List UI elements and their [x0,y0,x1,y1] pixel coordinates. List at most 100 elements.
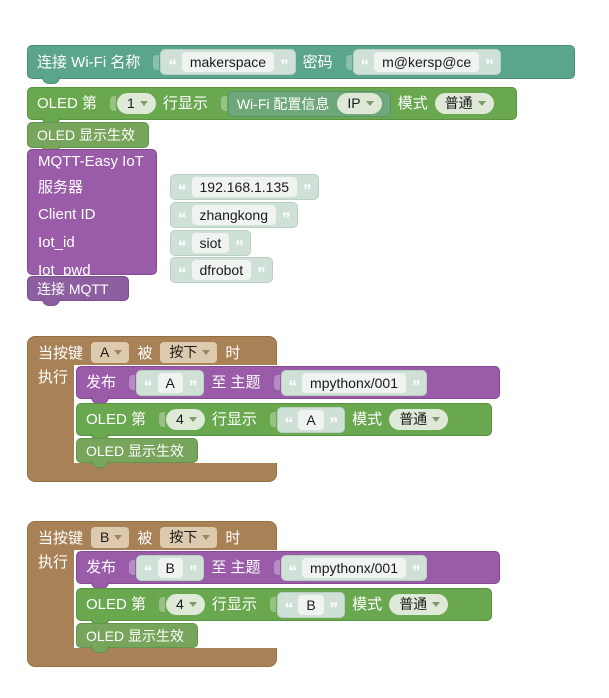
oled-content-socket[interactable]: Wi-Fi 配置信息 IP [215,90,391,117]
oled-row-display-label-b: 行显示 [211,596,257,613]
oled-line-number-socket-a[interactable]: 4 [153,409,205,430]
block-oled-refresh-a[interactable]: OLED 显示生效 [76,438,198,468]
block-publish-a[interactable]: 发布 “ A ” 至 主题 “ mpythonx/001 ” [76,366,500,404]
wifi-config-info-value: IP [347,95,361,111]
block-oled-refresh-b[interactable]: OLED 显示生效 [76,623,198,653]
oled-mode-dropdown-b[interactable]: 普通 [389,594,449,615]
key-select-dropdown-a[interactable]: A [91,342,130,363]
mqtt-row-server[interactable]: 服务器 [38,173,83,199]
wifi-ssid-text-block[interactable]: “ makerspace ” [160,49,296,75]
publish-topic-field-a[interactable]: mpythonx/001 [302,372,406,393]
block-oled-show-line-a[interactable]: OLED 第 4 行显示 “ A ” 模式 普通 [76,403,492,441]
mqtt-row-clientid[interactable]: Client ID [38,201,96,227]
time-label-b: 时 [225,530,241,547]
mqtt-iot-id-field[interactable]: siot [191,233,230,253]
chevron-down-icon [477,101,486,106]
time-label: 时 [225,345,241,362]
block-oled-show-line-b[interactable]: OLED 第 4 行显示 “ B ” 模式 普通 [76,588,492,626]
publish-topic-socket-b[interactable]: “ mpythonx/001 ” [268,554,428,581]
mqtt-row-iot-id-socket[interactable]: “ siot ” [157,230,251,256]
when-key-label-b: 当按键 [38,530,84,547]
chevron-down-icon [139,101,148,106]
oled-text-block-b[interactable]: “ B ” [276,591,346,618]
pressed-by-label-b: 被 [137,530,153,547]
oled-refresh-label-a: OLED 显示生效 [86,442,185,459]
oled-line-prefix-label-b: OLED 第 [86,596,147,613]
block-mqtt-connect[interactable]: 连接 MQTT [27,276,129,306]
mqtt-row-clientid-label: Client ID [38,205,96,223]
oled-line-number-socket-b[interactable]: 4 [153,594,205,615]
publish-topic-text-block-b[interactable]: “ mpythonx/001 ” [280,554,428,581]
chevron-down-icon [188,417,197,422]
key-action-value-b: 按下 [169,529,198,545]
oled-text-field-a[interactable]: A [298,409,324,430]
block-oled-refresh-1[interactable]: OLED 显示生效 [27,122,149,153]
publish-message-field-b[interactable]: B [157,557,183,578]
chevron-down-icon [202,350,211,355]
mqtt-iot-pwd-field[interactable]: dfrobot [191,260,252,280]
key-action-dropdown-b[interactable]: 按下 [160,527,218,548]
oled-line-number-socket[interactable]: 1 [104,93,156,114]
blockly-workspace[interactable]: 连接 Wi-Fi 名称 “ makerspace ” 密码 “ m@kersp@… [0,0,609,698]
key-action-dropdown-a[interactable]: 按下 [160,342,218,363]
block-oled-show-line-1[interactable]: OLED 第 1 行显示 Wi-Fi 配置信息 IP 模式 普通 [27,87,517,125]
wifi-config-info-label: Wi-Fi 配置信息 [236,95,330,112]
oled-refresh-label-b: OLED 显示生效 [86,627,185,644]
mqtt-server-field[interactable]: 192.168.1.135 [191,177,298,197]
oled-mode-dropdown[interactable]: 普通 [434,93,494,114]
oled-line-number-dropdown-b[interactable]: 4 [166,594,205,615]
oled-text-field-b[interactable]: B [298,594,324,615]
wifi-ssid-socket[interactable]: “ makerspace ” [147,49,296,75]
mqtt-row-iot-id[interactable]: Iot_id [38,229,75,255]
wifi-password-field[interactable]: m@kersp@ce [374,52,480,72]
publish-message-text-block-a[interactable]: “ A ” [136,369,205,396]
mqtt-clientid-text-block[interactable]: “ zhangkong ” [170,202,298,228]
block-wifi-connect[interactable]: 连接 Wi-Fi 名称 “ makerspace ” 密码 “ m@kersp@… [27,45,575,84]
wifi-password-socket[interactable]: “ m@kersp@ce ” [340,49,501,75]
oled-text-block-a[interactable]: “ A ” [276,406,346,433]
publish-to-topic-label-a: 至 主题 [211,374,261,391]
pressed-by-label: 被 [137,345,153,362]
block-publish-b[interactable]: 发布 “ B ” 至 主题 “ mpythonx/001 ” [76,551,500,589]
oled-text-socket-a[interactable]: “ A ” [264,406,346,433]
wifi-ssid-field[interactable]: makerspace [181,52,275,72]
oled-mode-dropdown-a[interactable]: 普通 [389,409,449,430]
wifi-config-info-dropdown[interactable]: IP [337,93,382,114]
mqtt-row-clientid-socket[interactable]: “ zhangkong ” [157,202,298,228]
when-key-label: 当按键 [38,345,84,362]
publish-topic-text-block-a[interactable]: “ mpythonx/001 ” [280,369,428,396]
publish-topic-field-b[interactable]: mpythonx/001 [302,557,406,578]
chevron-down-icon [114,350,123,355]
hat-block-key-a-do-label: 执行 [38,369,69,386]
mqtt-clientid-field[interactable]: zhangkong [191,205,277,225]
key-select-value-a: A [100,344,110,360]
publish-to-topic-label-b: 至 主题 [211,559,261,576]
publish-message-field-a[interactable]: A [157,372,183,393]
oled-line-number-value-b: 4 [176,596,184,612]
wifi-password-text-block[interactable]: “ m@kersp@ce ” [352,49,501,75]
publish-label-b: 发布 [86,559,117,576]
mqtt-row-iot-pwd-socket[interactable]: “ dfrobot ” [157,257,273,283]
oled-mode-value-b: 普通 [399,596,428,612]
chevron-down-icon [188,602,197,607]
publish-message-socket-a[interactable]: “ A ” [123,369,205,396]
block-wifi-config-info[interactable]: Wi-Fi 配置信息 IP [227,90,391,117]
hat-block-key-a-header[interactable]: 当按键 A 被 按下 时 [38,340,240,365]
mqtt-iot-pwd-text-block[interactable]: “ dfrobot ” [170,257,273,283]
oled-line-number-dropdown-a[interactable]: 4 [166,409,205,430]
mqtt-iot-id-text-block[interactable]: “ siot ” [170,230,251,256]
key-action-value-a: 按下 [169,344,198,360]
oled-line-number-dropdown[interactable]: 1 [117,93,156,114]
chevron-down-icon [114,535,123,540]
oled-mode-label-a: 模式 [352,411,383,428]
publish-message-socket-b[interactable]: “ B ” [123,554,205,581]
hat-block-key-b-header[interactable]: 当按键 B 被 按下 时 [38,525,240,550]
oled-text-socket-b[interactable]: “ B ” [264,591,346,618]
chevron-down-icon [365,101,374,106]
publish-message-text-block-b[interactable]: “ B ” [136,554,205,581]
mqtt-row-server-socket[interactable]: “ 192.168.1.135 ” [157,174,319,200]
mqtt-server-text-block[interactable]: “ 192.168.1.135 ” [170,174,319,200]
oled-line-number-value-a: 4 [176,411,184,427]
publish-topic-socket-a[interactable]: “ mpythonx/001 ” [268,369,428,396]
key-select-dropdown-b[interactable]: B [91,527,130,548]
